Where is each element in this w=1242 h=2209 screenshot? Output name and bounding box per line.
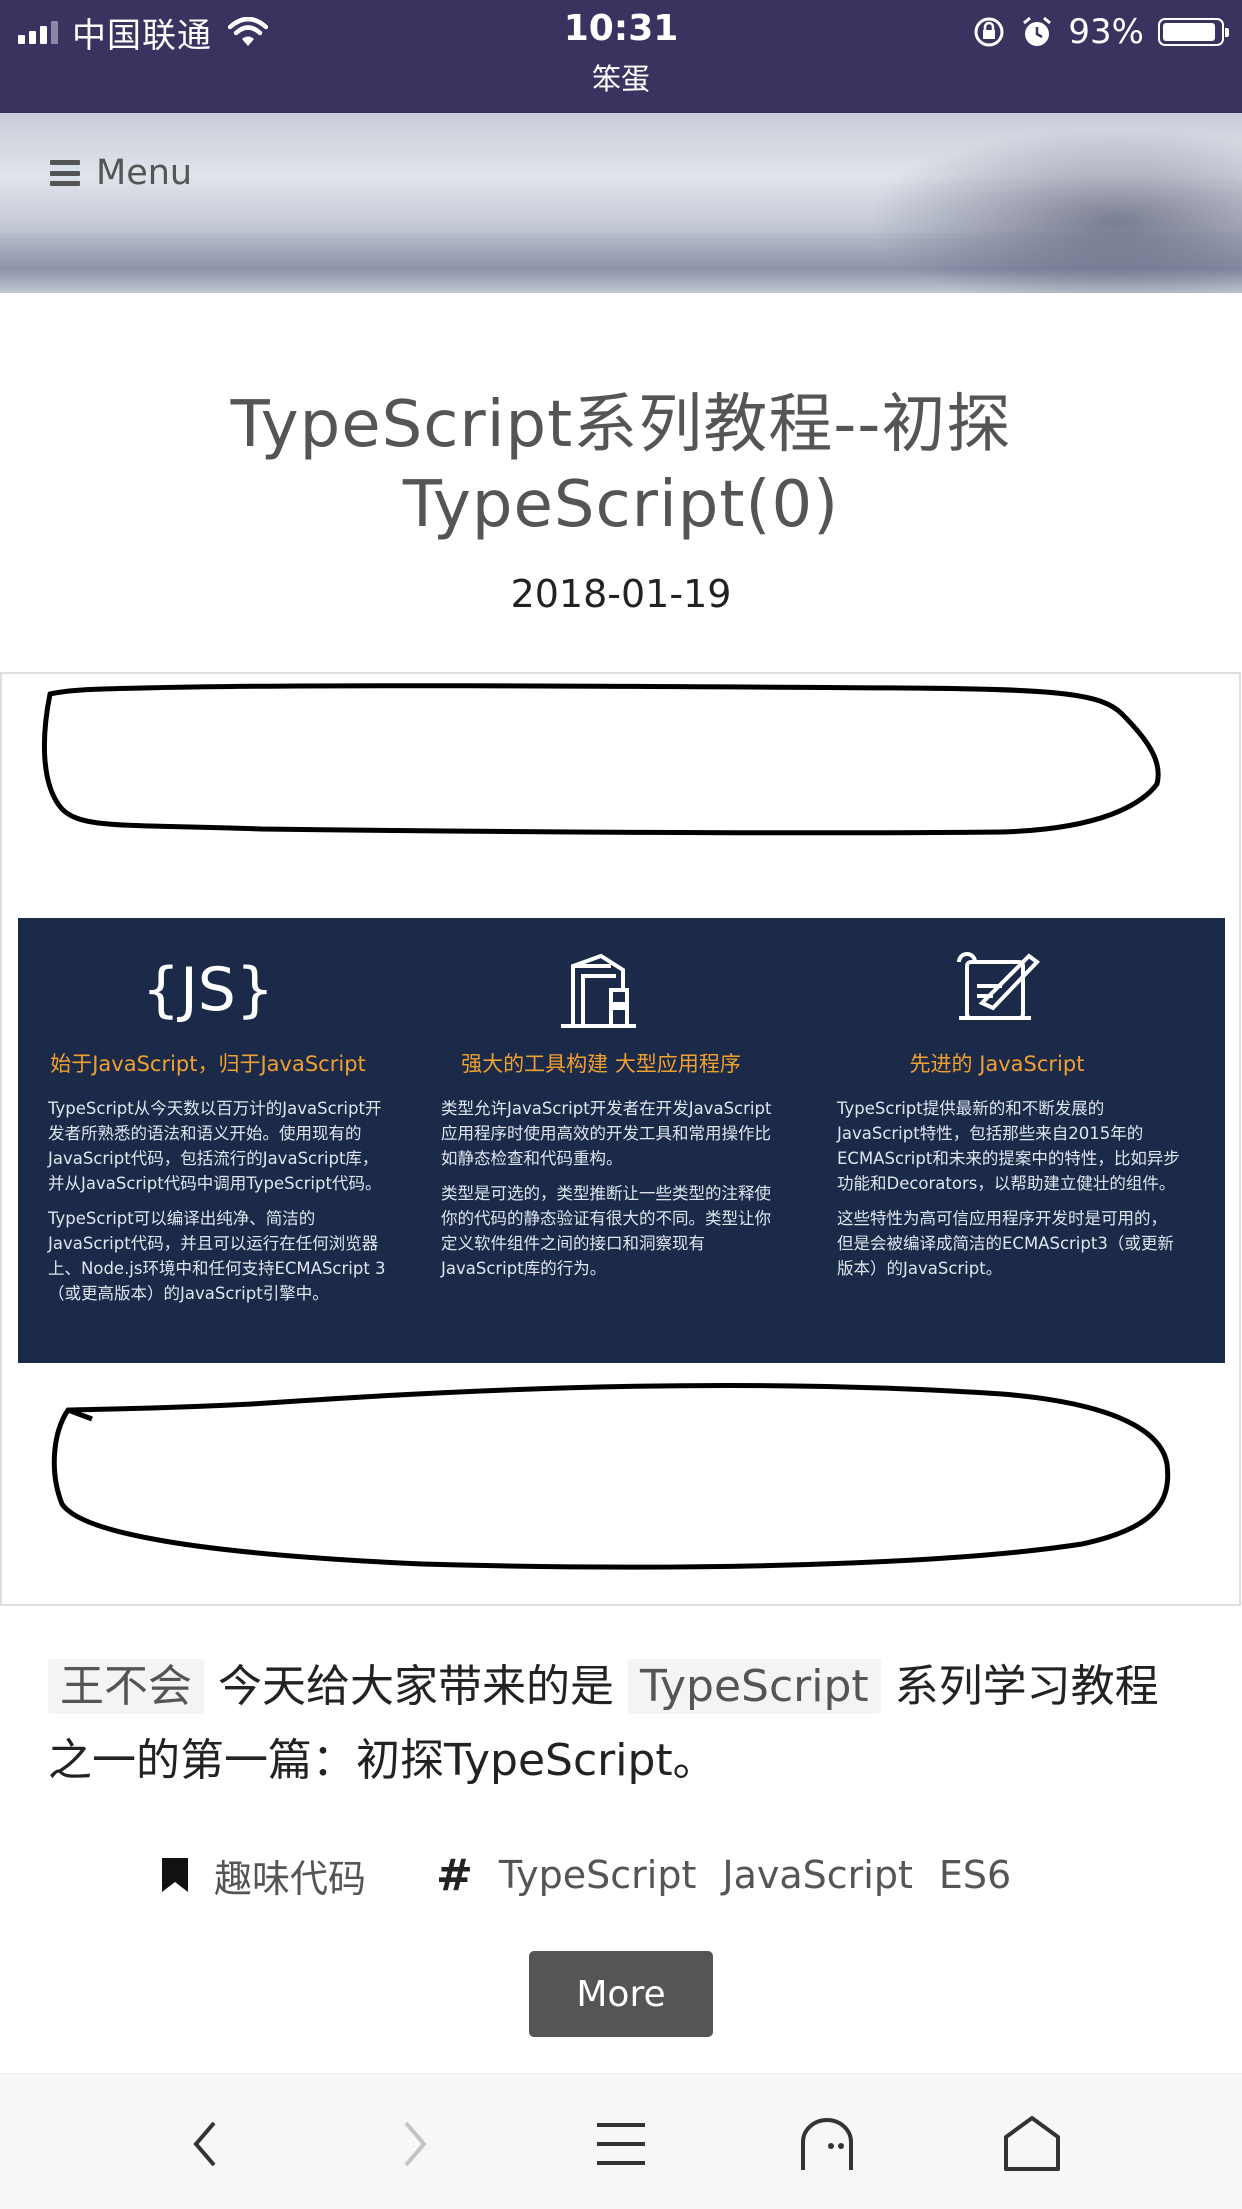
forward-button[interactable] [380, 2112, 450, 2176]
back-icon [193, 2121, 216, 2167]
author-code: 王不会 [48, 1659, 204, 1714]
tag-link[interactable]: JavaScript [722, 1853, 912, 1897]
post-meta: 趣味代码 # TypeScript JavaScript ES6 [160, 1845, 1011, 1905]
ghost-button[interactable] [792, 2112, 862, 2176]
post-title[interactable]: TypeScript系列教程--初探TypeScript(0) [40, 385, 1202, 545]
browser-toolbar [0, 2073, 1242, 2209]
hashtag-icon: # [436, 1849, 473, 1901]
home-button[interactable] [997, 2112, 1067, 2176]
site-header: Menu [0, 113, 1242, 293]
ghost-icon [801, 2118, 853, 2170]
post-image: {JS} 始于JavaScript，归于JavaScript TypeScrip… [0, 672, 1241, 1606]
category-link[interactable]: 趣味代码 [214, 1848, 366, 1903]
post-excerpt: 王不会 今天给大家带来的是 TypeScript 系列学习教程之一的第一篇：初探… [48, 1659, 1159, 1786]
bookmark-icon [162, 1858, 188, 1892]
tag-link[interactable]: TypeScript [499, 1853, 697, 1897]
app-subtitle: 笨蛋 [591, 62, 650, 96]
back-button[interactable] [170, 2112, 240, 2176]
redaction-scribble-bottom [51, 1382, 1171, 1570]
battery-icon [1158, 18, 1229, 46]
post-date: 2018-01-19 [510, 572, 732, 616]
menu-icon [597, 2123, 645, 2165]
status-bar: 中国联通 10:31 笨蛋 93% [0, 0, 1242, 113]
menu-label: Menu [96, 153, 193, 193]
hamburger-icon [50, 160, 80, 186]
forward-icon [404, 2121, 427, 2167]
typescript-code: TypeScript [627, 1659, 881, 1714]
tag-link[interactable]: ES6 [939, 1853, 1011, 1897]
more-button[interactable]: More [529, 1951, 713, 2037]
alarm-icon [1023, 16, 1052, 46]
menu-toolbar-button[interactable] [586, 2112, 656, 2176]
battery-percent: 93% [1068, 12, 1144, 52]
status-right: 93% [972, 10, 1229, 54]
home-icon [1004, 2116, 1060, 2171]
menu-button[interactable]: Menu [50, 153, 192, 193]
rotation-lock-icon [974, 17, 1004, 47]
